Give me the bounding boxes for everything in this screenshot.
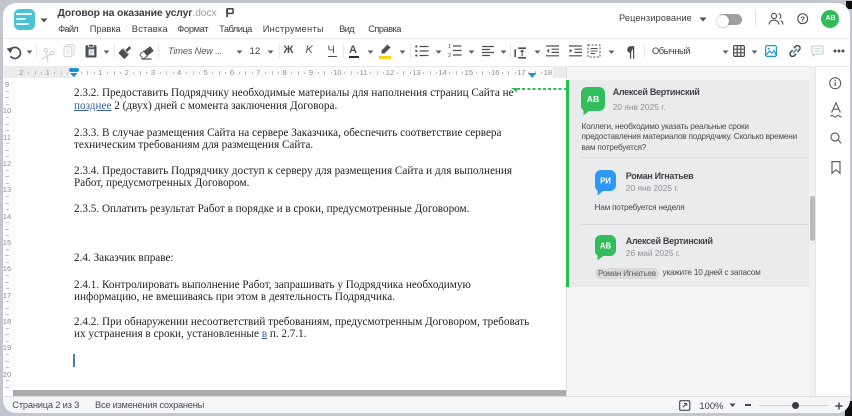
svg-text:АВ: АВ bbox=[600, 241, 612, 250]
svg-text:РИ: РИ bbox=[600, 176, 611, 185]
svg-text:2: 2 bbox=[448, 53, 451, 59]
svg-text:АВ: АВ bbox=[587, 94, 599, 104]
svg-text:?: ? bbox=[800, 14, 804, 23]
svg-text:1: 1 bbox=[448, 44, 451, 50]
